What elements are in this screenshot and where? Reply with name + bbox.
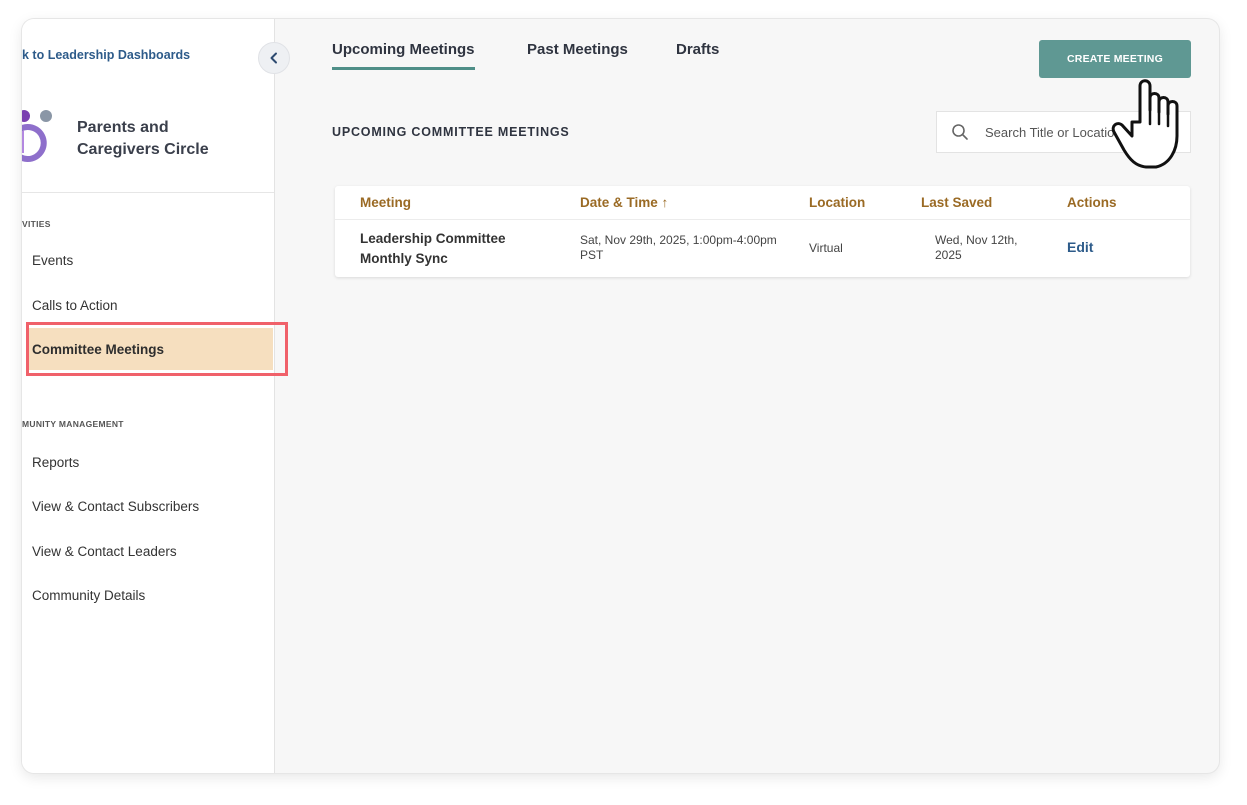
column-header-last-saved[interactable]: Last Saved [921,195,992,210]
sidebar-item-events[interactable]: Events [32,253,73,268]
column-header-date-time[interactable]: Date & Time ↑ [580,195,668,210]
sidebar-item-reports[interactable]: Reports [32,455,79,470]
column-header-actions: Actions [1067,195,1117,210]
sidebar-item-community-details[interactable]: Community Details [32,588,145,603]
tab-drafts[interactable]: Drafts [676,41,719,67]
sidebar-item-subscribers[interactable]: View & Contact Subscribers [32,499,199,514]
sidebar-item-committee-meetings[interactable]: Committee Meetings [28,328,273,370]
collapse-sidebar-button[interactable] [258,42,290,74]
app-window: k to Leadership Dashboards Parents and C… [22,19,1219,773]
search-icon [952,124,968,140]
tab-past-meetings[interactable]: Past Meetings [527,41,628,67]
community-name-line2: Caregivers Circle [77,141,209,158]
meeting-date-time-line1: Sat, Nov 29th, 2025, 1:00pm-4:00pm [580,233,777,247]
brand: Parents and Caregivers Circle [22,103,274,189]
sidebar-item-label: Committee Meetings [32,341,165,357]
community-name-line1: Parents and [77,119,169,136]
brand-logo [22,110,52,162]
meeting-title-line1: Leadership Committee [360,231,506,246]
create-meeting-button[interactable]: CREATE MEETING [1039,40,1191,78]
tab-upcoming-meetings[interactable]: Upcoming Meetings [332,41,475,70]
sidebar: k to Leadership Dashboards Parents and C… [22,19,275,773]
meeting-title-line2: Monthly Sync [360,251,448,266]
community-name: Parents and Caregivers Circle [77,117,247,161]
meeting-date-time: Sat, Nov 29th, 2025, 1:00pm-4:00pm PST [580,233,795,263]
meetings-table: Meeting Date & Time ↑ Location Last Save… [335,186,1190,277]
column-header-location[interactable]: Location [809,195,865,210]
section-label-activities: VITIES [22,219,51,229]
search-input[interactable] [983,123,1137,141]
meeting-last-saved-line2: 2025 [935,248,962,262]
meeting-title: Leadership Committee Monthly Sync [360,229,550,269]
meeting-date-time-line2: PST [580,248,604,262]
back-to-dashboards-link[interactable]: k to Leadership Dashboards [22,48,190,62]
meeting-last-saved: Wed, Nov 12th, 2025 [935,233,1045,263]
sidebar-item-calls-to-action[interactable]: Calls to Action [32,298,118,313]
column-header-meeting[interactable]: Meeting [360,195,411,210]
search-box [936,111,1191,153]
sidebar-item-leaders[interactable]: View & Contact Leaders [32,544,177,559]
chevron-left-icon [270,52,277,64]
page-title: UPCOMING COMMITTEE MEETINGS [332,125,570,139]
section-label-community-management: MUNITY MANAGEMENT [22,419,124,429]
table-header-divider [335,219,1190,220]
edit-link[interactable]: Edit [1067,240,1093,255]
meeting-last-saved-line1: Wed, Nov 12th, [935,233,1018,247]
meeting-location: Virtual [809,241,843,255]
divider [22,192,274,193]
